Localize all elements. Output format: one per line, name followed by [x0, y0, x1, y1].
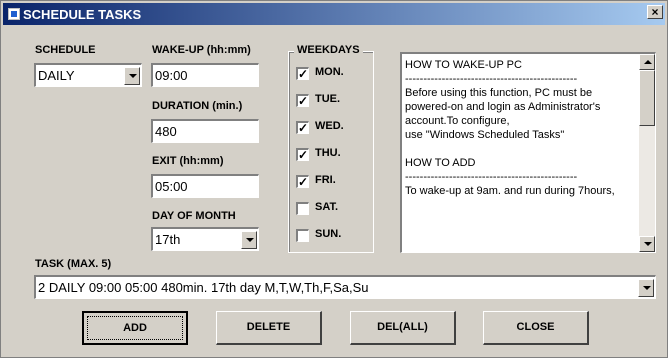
- exit-input[interactable]: 05:00: [151, 174, 259, 198]
- schedule-label: SCHEDULE: [35, 44, 96, 56]
- task-label: TASK (MAX. 5): [35, 258, 112, 270]
- scroll-down-icon[interactable]: [639, 236, 655, 252]
- duration-label: DURATION (min.): [152, 100, 243, 112]
- weekday-label[interactable]: SAT.: [315, 201, 338, 213]
- day-of-month-select[interactable]: 17th: [151, 227, 259, 251]
- help-text-area[interactable]: HOW TO WAKE-UP PC ----------------------…: [400, 52, 656, 253]
- weekdays-legend: WEEKDAYS: [294, 44, 363, 56]
- weekday-checkbox[interactable]: [296, 229, 309, 242]
- wakeup-input[interactable]: 09:00: [151, 63, 259, 87]
- delete-button[interactable]: DELETE: [216, 311, 322, 345]
- help-text: HOW TO WAKE-UP PC ----------------------…: [405, 59, 615, 197]
- focus-ring: [87, 316, 183, 340]
- scroll-thumb[interactable]: [639, 70, 655, 126]
- help-scrollbar[interactable]: [639, 54, 655, 252]
- weekday-checkbox[interactable]: ✓: [296, 67, 309, 80]
- title-bar[interactable]: SCHEDULE TASKS ×: [3, 3, 665, 25]
- schedule-value: DAILY: [38, 68, 75, 83]
- weekday-label[interactable]: THU.: [315, 147, 341, 159]
- weekday-checkbox[interactable]: ✓: [296, 94, 309, 107]
- scroll-up-icon[interactable]: [639, 54, 655, 70]
- app-icon: [8, 8, 20, 20]
- day-of-month-value: 17th: [155, 232, 181, 247]
- wakeup-label: WAKE-UP (hh:mm): [152, 44, 251, 56]
- schedule-tasks-window: SCHEDULE TASKS × SCHEDULE DAILY WAKE-UP …: [0, 0, 668, 358]
- weekday-checkbox[interactable]: ✓: [296, 148, 309, 161]
- add-button[interactable]: ADD: [82, 311, 188, 345]
- weekday-label[interactable]: WED.: [315, 120, 344, 132]
- window-title: SCHEDULE TASKS: [23, 7, 142, 22]
- weekday-label[interactable]: TUE.: [315, 93, 340, 105]
- task-select[interactable]: 2 DAILY 09:00 05:00 480min. 17th day M,T…: [34, 275, 656, 299]
- chevron-down-icon[interactable]: [241, 231, 257, 249]
- window-close-button[interactable]: ×: [647, 5, 663, 19]
- close-button[interactable]: CLOSE: [483, 311, 589, 345]
- weekday-checkbox[interactable]: ✓: [296, 121, 309, 134]
- weekday-label[interactable]: MON.: [315, 66, 344, 78]
- weekday-label[interactable]: FRI.: [315, 174, 336, 186]
- chevron-down-icon[interactable]: [124, 67, 140, 85]
- weekday-label[interactable]: SUN.: [315, 228, 341, 240]
- duration-input[interactable]: 480: [151, 119, 259, 143]
- task-value: 2 DAILY 09:00 05:00 480min. 17th day M,T…: [38, 280, 369, 295]
- weekday-checkbox[interactable]: ✓: [296, 175, 309, 188]
- day-of-month-label: DAY OF MONTH: [152, 210, 236, 222]
- weekday-checkbox[interactable]: [296, 202, 309, 215]
- schedule-select[interactable]: DAILY: [34, 63, 142, 87]
- exit-label: EXIT (hh:mm): [152, 155, 224, 167]
- chevron-down-icon[interactable]: [638, 279, 654, 297]
- delete-all-button[interactable]: DEL(ALL): [350, 311, 456, 345]
